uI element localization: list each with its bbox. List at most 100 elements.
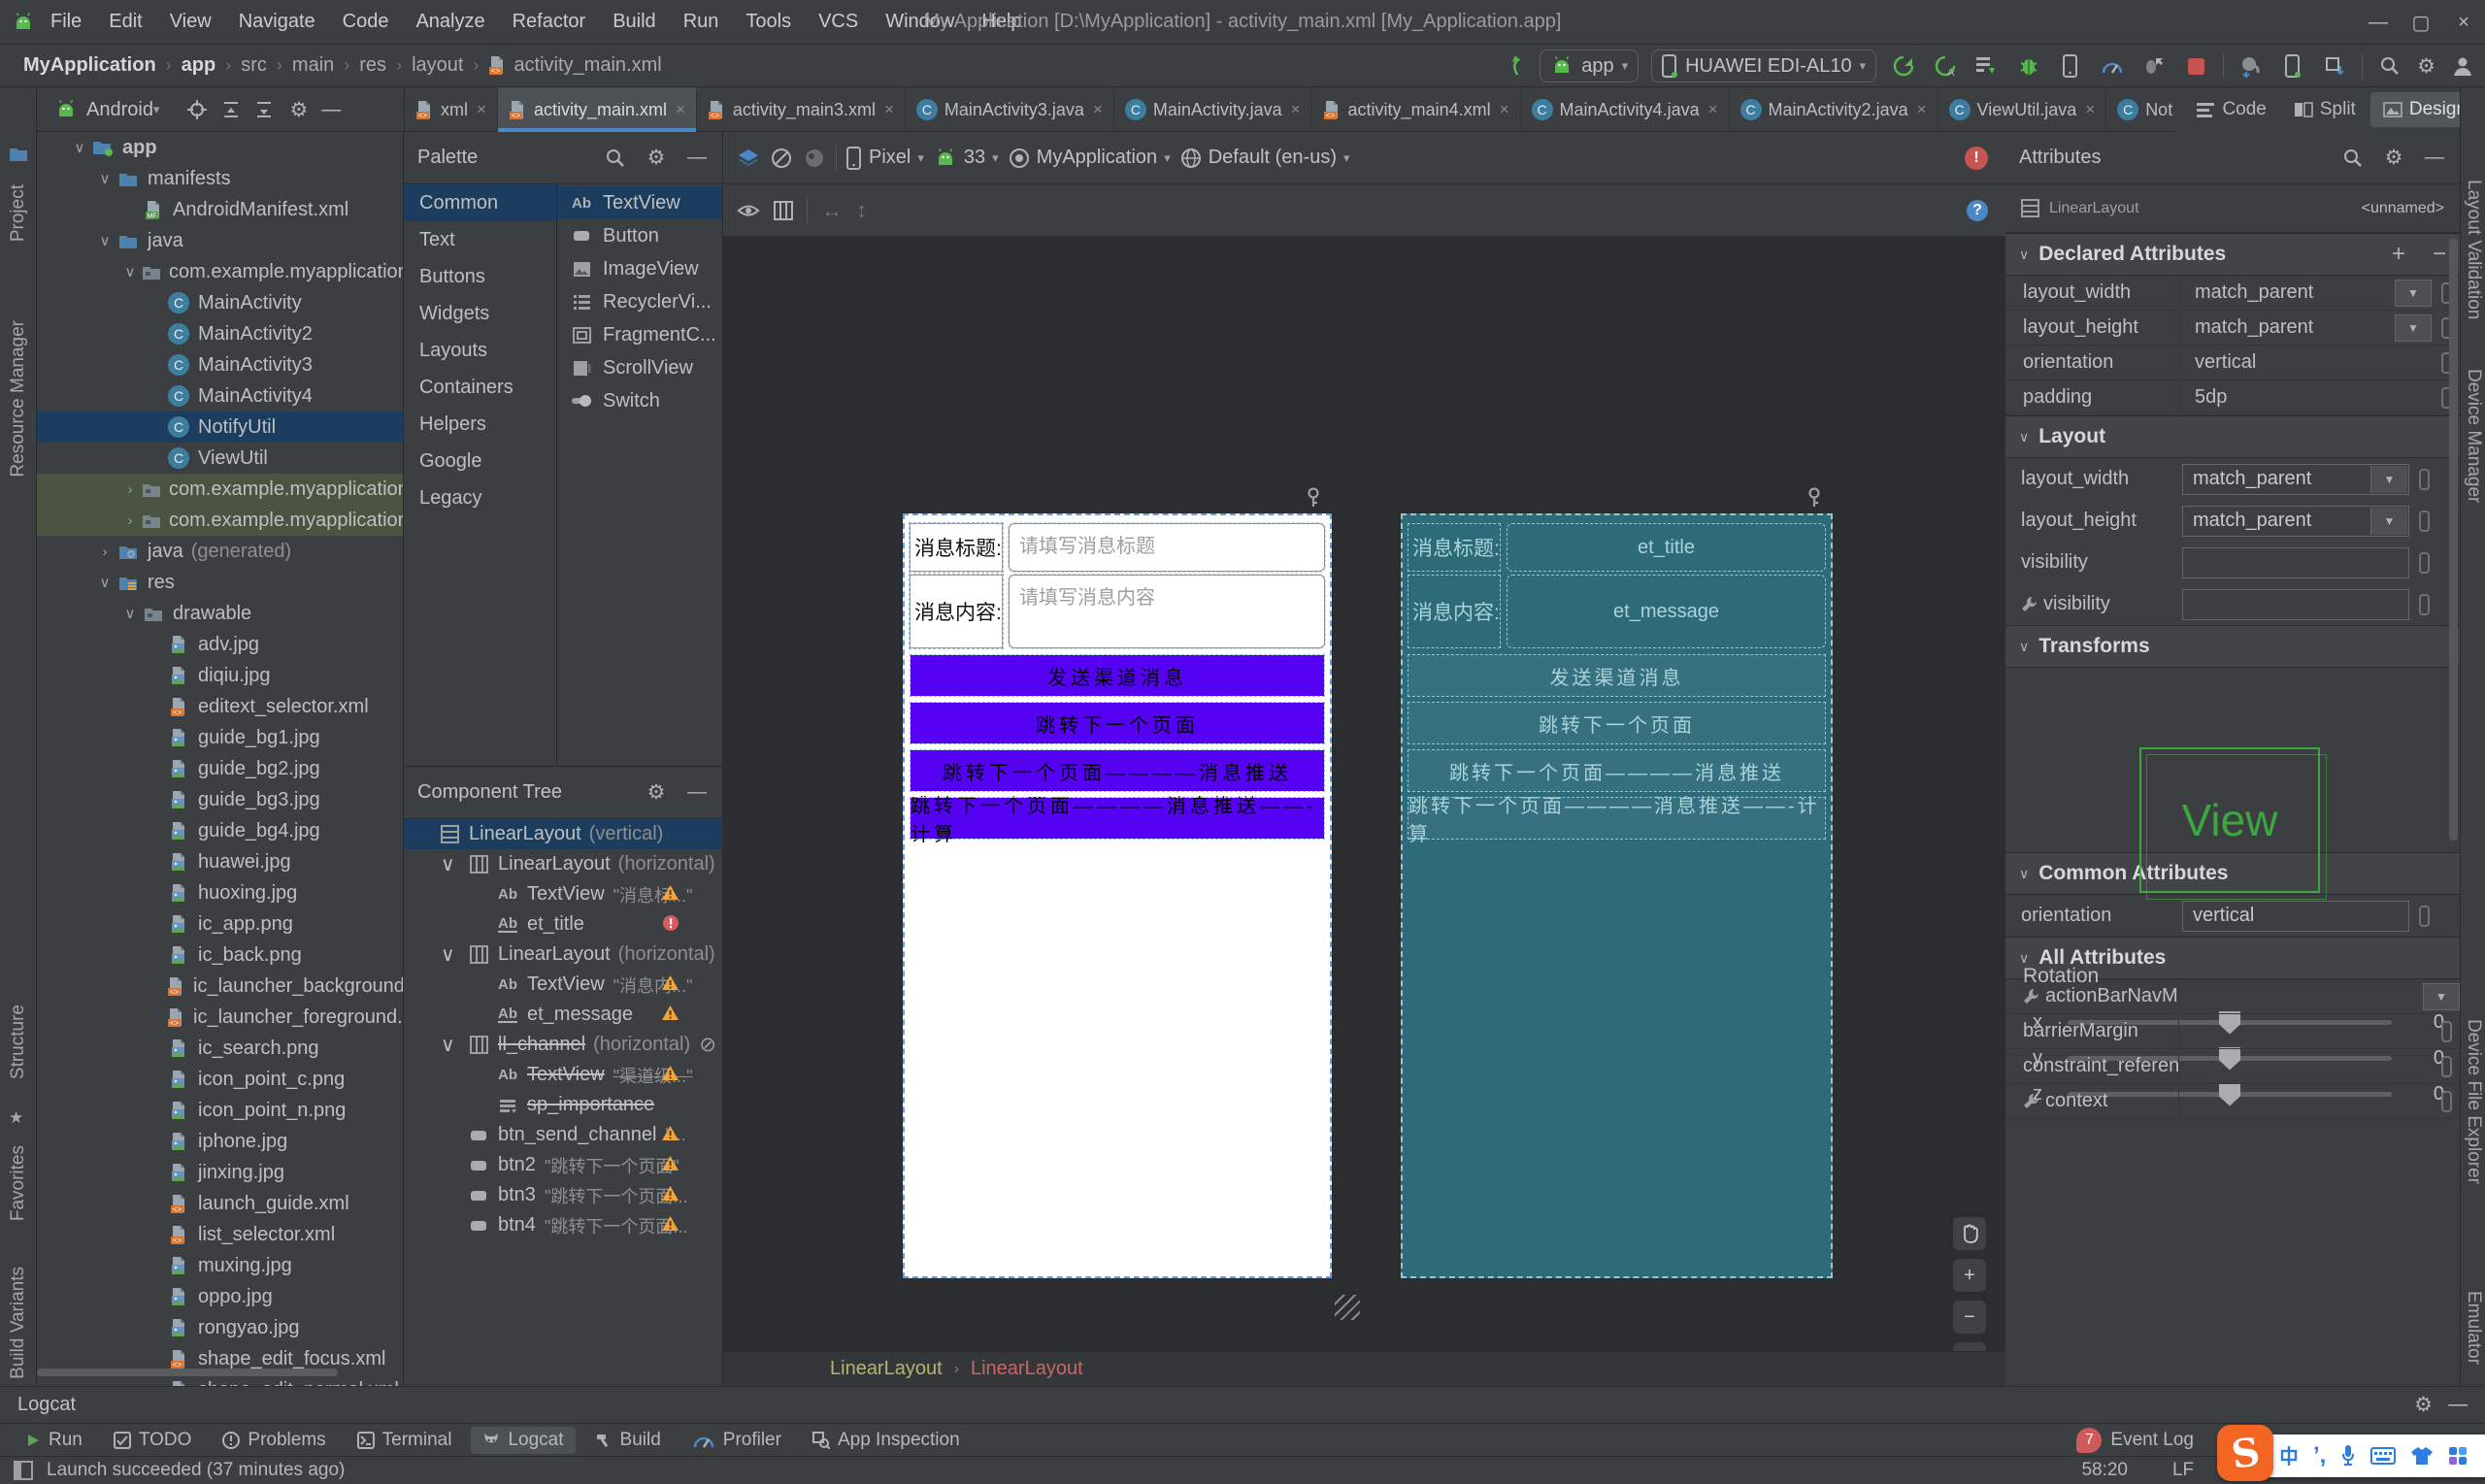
close-tab-icon[interactable]: × (1708, 100, 1718, 119)
view-options-icon[interactable] (737, 202, 760, 219)
maximize-window-icon[interactable]: ▢ (2400, 0, 2442, 45)
tool-window-switcher-icon[interactable] (14, 1461, 33, 1480)
palette-category-text[interactable]: Text (404, 221, 556, 258)
tree-item-app[interactable]: ∨ app (37, 132, 403, 163)
tree-item-MainActivity3[interactable]: C MainActivity3 (37, 349, 403, 380)
run-button[interactable] (1889, 54, 1918, 78)
tree-item-guide_bg4.jpg[interactable]: guide_bg4.jpg (37, 815, 403, 846)
project-view-selector[interactable]: Android (86, 99, 153, 121)
gear-icon[interactable]: ⚙ (2382, 147, 2405, 170)
attr-value-input[interactable] (2182, 588, 2409, 620)
tool-window-run[interactable]: Run (14, 1427, 94, 1454)
tree-item-AndroidManifest.xml[interactable]: MF AndroidManifest.xml (37, 194, 403, 225)
apply-code-changes-button[interactable]: A (1931, 54, 1960, 78)
gear-icon[interactable]: ⚙ (645, 781, 668, 805)
blueprint-preview[interactable]: 消息标题: et_title 消息内容: et_message 发送渠道消息 跳转下一个页… (1401, 513, 1833, 1278)
tree-item-ic_launcher_background.xml[interactable]: <> ic_launcher_background.xml (37, 971, 403, 1002)
close-window-icon[interactable]: × (2442, 0, 2485, 45)
tool-window-todo[interactable]: TODO (102, 1427, 204, 1454)
tree-item-manifests[interactable]: ∨ manifests (37, 163, 403, 194)
ime-grid4-icon[interactable] (2448, 1446, 2468, 1466)
minimize-icon[interactable]: — (685, 781, 709, 805)
locate-file-icon[interactable] (186, 99, 208, 120)
breadcrumb-item[interactable]: app (182, 54, 216, 77)
attr-value[interactable]: match_parent ▼ (2178, 311, 2460, 345)
component-btn3[interactable]: btn3 "跳转下一个页面... (404, 1180, 722, 1210)
declared-attributes-section[interactable]: ∨ Declared Attributes + − (2005, 233, 2460, 276)
tree-item-ic_app.png[interactable]: ic_app.png (37, 908, 403, 940)
chevron-right-icon[interactable]: › (118, 481, 142, 498)
menu-file[interactable]: File (37, 11, 95, 33)
menu-code[interactable]: Code (329, 11, 403, 33)
api-version-selector[interactable]: 33 ▾ (934, 147, 999, 169)
component-TextView[interactable]: Ab TextView "消息内..." (404, 970, 722, 1000)
gear-icon[interactable]: ⚙ (289, 98, 308, 122)
orientation-swap-icon[interactable]: ↔ (821, 198, 843, 223)
tree-item-ic_back.png[interactable]: ic_back.png (37, 940, 403, 971)
apply-changes-icon[interactable] (1504, 54, 1527, 78)
close-tab-icon[interactable]: × (1291, 100, 1301, 119)
debug-button[interactable] (2014, 55, 2043, 77)
tree-item-guide_bg2.jpg[interactable]: guide_bg2.jpg (37, 753, 403, 784)
expand-all-icon[interactable] (254, 100, 274, 119)
tree-item-icon_point_c.png[interactable]: icon_point_c.png (37, 1064, 403, 1095)
component-TextView[interactable]: Ab TextView "渠道级..." (404, 1060, 722, 1090)
chevron-down-icon[interactable]: ∨ (441, 852, 466, 876)
flag-toggle[interactable] (2419, 551, 2430, 574)
blueprint-toggle-icon[interactable] (774, 200, 793, 220)
flag-toggle[interactable] (2419, 510, 2430, 532)
button-2[interactable]: 跳转下一个页面 (910, 702, 1325, 744)
view-mode-split[interactable]: Split (2281, 92, 2369, 127)
device-selector[interactable]: HUAWEI EDI-AL10 ▾ (1651, 49, 1877, 82)
resize-mode-icon[interactable]: ↕ (856, 198, 867, 223)
chevron-right-icon[interactable]: › (118, 512, 142, 529)
palette-category-buttons[interactable]: Buttons (404, 258, 556, 295)
tree-item-MainActivity2[interactable]: C MainActivity2 (37, 318, 403, 349)
attr-value[interactable] (2178, 1049, 2460, 1083)
run-config-selector[interactable]: app ▾ (1540, 49, 1640, 82)
sync-project-button[interactable] (2278, 54, 2307, 78)
design-surface-selector-icon[interactable] (737, 148, 760, 169)
palette-category-common[interactable]: Common (404, 184, 556, 221)
button-2[interactable]: 跳转下一个页面 (1408, 702, 1826, 744)
tool-stripe-button[interactable]: Device Manager (2463, 369, 2484, 503)
tool-window-terminal[interactable]: Terminal (346, 1427, 464, 1454)
tab-MainActivity.java[interactable]: C MainActivity.java × (1114, 87, 1312, 132)
menu-build[interactable]: Build (599, 11, 669, 33)
tool-window-profiler[interactable]: Profiler (680, 1427, 793, 1454)
close-tab-icon[interactable]: × (884, 100, 894, 119)
tree-item-rongyao.jpg[interactable]: rongyao.jpg (37, 1312, 403, 1343)
tree-item-com.example.myapplication[interactable]: ›com.example.myapplication(test) (37, 505, 403, 536)
menu-navigate[interactable]: Navigate (225, 11, 329, 33)
breadcrumb-item[interactable]: main (292, 54, 334, 77)
tree-item-ViewUtil[interactable]: C ViewUtil (37, 443, 403, 474)
tab-activity_main4.xml[interactable]: <> activity_main4.xml × (1312, 87, 1521, 132)
chevron-right-icon[interactable]: › (93, 544, 116, 560)
tree-item-com.example.myapplication[interactable]: ∨ com.example.myapplication (37, 256, 404, 287)
caret-position[interactable]: 58:20 (2081, 1460, 2128, 1481)
chevron-down-icon[interactable]: ∨ (441, 1033, 466, 1057)
component-btn_send_channel[interactable]: btn_send_channel "... (404, 1120, 722, 1150)
device-for-preview-selector[interactable]: Pixel ▾ (846, 146, 924, 170)
tree-item-muxing.jpg[interactable]: muxing.jpg (37, 1250, 403, 1281)
tree-item-iphone.jpg[interactable]: iphone.jpg (37, 1126, 403, 1157)
pan-hand-icon[interactable] (1953, 1217, 1986, 1250)
tool-window-logcat[interactable]: Logcat (471, 1426, 576, 1454)
dropdown-arrow-icon[interactable]: ▼ (2395, 313, 2432, 342)
tree-item-jinxing.jpg[interactable]: jinxing.jpg (37, 1157, 403, 1188)
profile-avatar[interactable] (2448, 54, 2477, 78)
attr-value[interactable]: match_parent ▼ (2178, 276, 2460, 310)
component-LinearLayout[interactable]: LinearLayout (vertical) (404, 819, 722, 849)
tab-xml[interactable]: <> xml × (405, 87, 498, 132)
settings-gear-icon[interactable]: ⚙ (2417, 54, 2435, 79)
breadcrumb-child[interactable]: LinearLayout (971, 1358, 1083, 1380)
tree-item-java[interactable]: ∨ java (37, 225, 403, 256)
menu-run[interactable]: Run (670, 11, 733, 33)
attr-value[interactable] (2178, 1014, 2460, 1048)
preview-resize-handle[interactable] (1335, 1295, 1360, 1320)
palette-category-legacy[interactable]: Legacy (404, 479, 556, 516)
sogou-ime-logo[interactable]: S (2217, 1425, 2273, 1481)
palette-category-helpers[interactable]: Helpers (404, 406, 556, 443)
minimize-icon[interactable]: — (321, 99, 341, 121)
tree-item-oppo.jpg[interactable]: oppo.jpg (37, 1281, 403, 1312)
